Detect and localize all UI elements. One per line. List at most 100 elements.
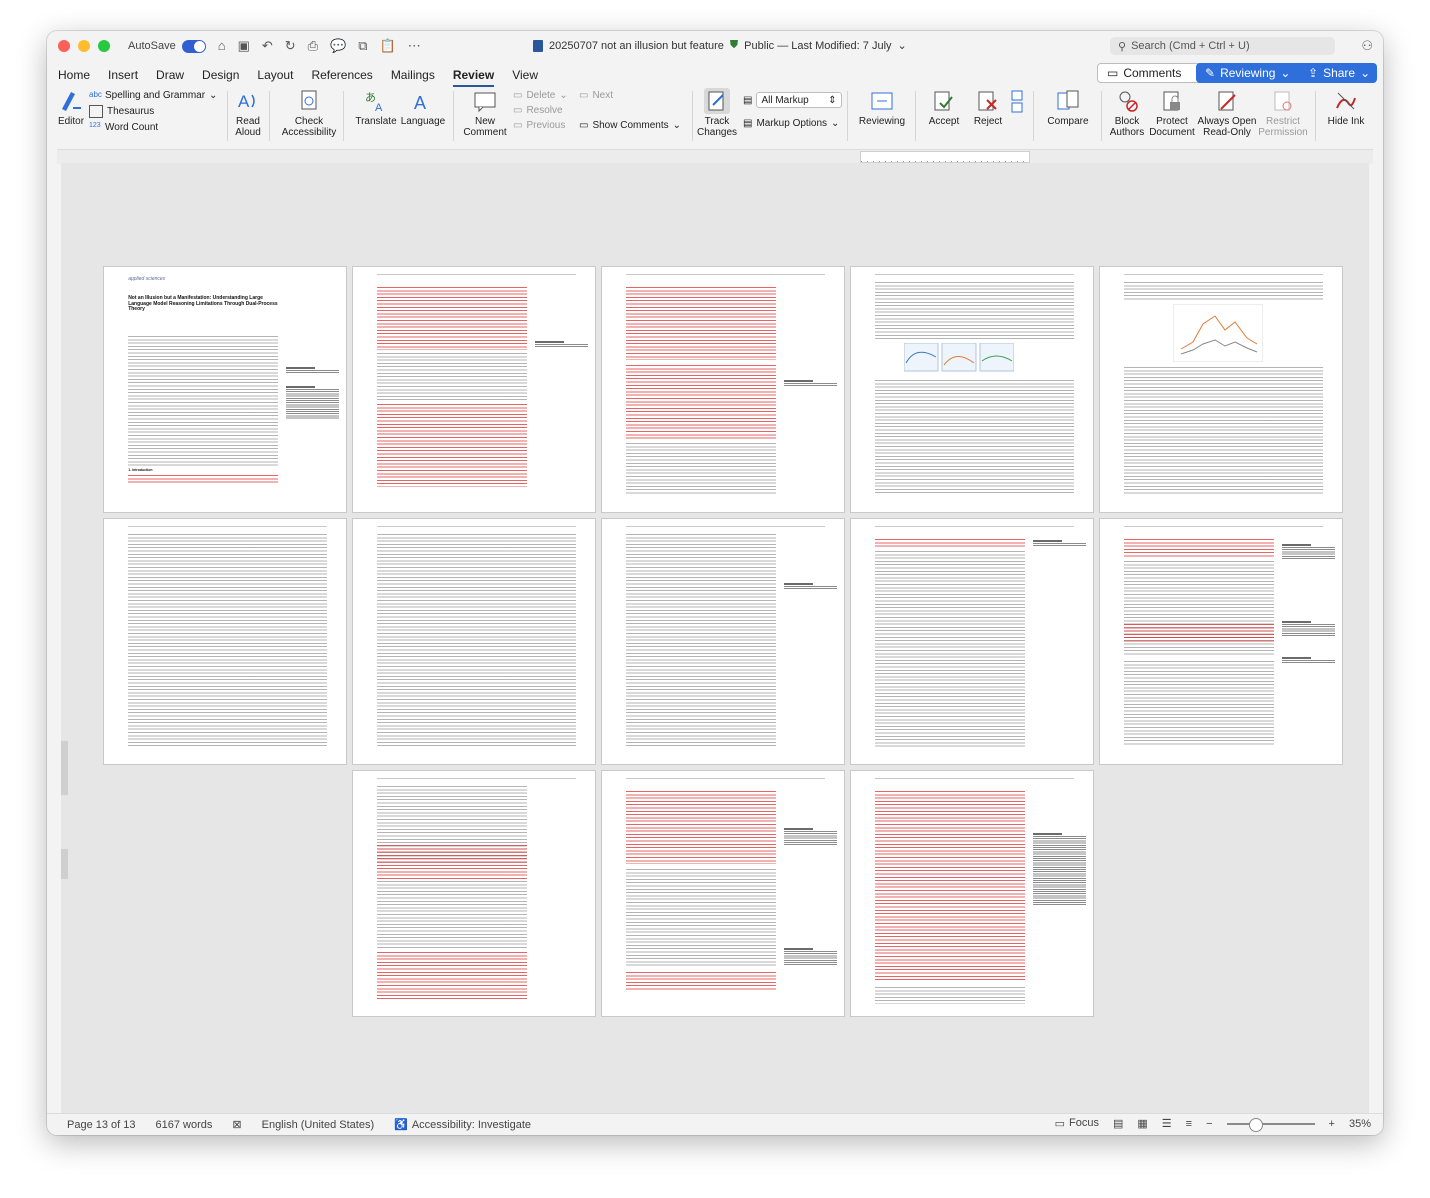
page-10[interactable]: [1100, 519, 1342, 764]
share-button[interactable]: ⇪ Share ⌄: [1299, 63, 1377, 83]
tab-insert[interactable]: Insert: [99, 62, 147, 88]
zoom-slider-knob[interactable]: [1248, 1117, 1263, 1132]
review-ribbon: Editor abc Spelling and Grammar ⌄ Thesauru…: [47, 88, 1383, 146]
comment-balloon[interactable]: [783, 947, 837, 965]
horizontal-ruler[interactable]: [57, 149, 1373, 164]
markup-options-button[interactable]: ▤ Markup Options ⌄: [743, 118, 842, 129]
draft-view-button[interactable]: ≡: [1186, 1118, 1192, 1130]
comment-balloon[interactable]: [1032, 832, 1086, 906]
markup-select[interactable]: ▤ All Markup ⇕: [743, 92, 842, 108]
more-icon[interactable]: ⋯: [408, 38, 421, 54]
spelling-button[interactable]: abc Spelling and Grammar ⌄: [89, 90, 217, 101]
page-12[interactable]: [602, 771, 844, 1016]
tab-references[interactable]: References: [302, 62, 381, 88]
zoom-out-button[interactable]: −: [1206, 1118, 1212, 1130]
new-comment-button[interactable]: New Comment: [461, 88, 509, 138]
hide-ink-button[interactable]: Hide Ink: [1323, 88, 1369, 127]
page-3[interactable]: [602, 267, 844, 512]
print-layout-view-button[interactable]: ▤: [1113, 1117, 1123, 1130]
chevron-down-icon: ⌄: [831, 118, 840, 129]
print-icon[interactable]: ⎙: [308, 38, 318, 54]
undo-icon[interactable]: ↶: [262, 38, 273, 54]
tab-draw[interactable]: Draw: [147, 62, 193, 88]
comment-balloon[interactable]: [1032, 540, 1086, 548]
document-title[interactable]: 20250707 not an illusion but feature ⛊ P…: [533, 39, 907, 52]
outline-view-button[interactable]: ☰: [1162, 1117, 1172, 1130]
zoom-window-button[interactable]: [98, 40, 110, 52]
page-6[interactable]: [104, 519, 346, 764]
word-count-button[interactable]: 123 Word Count: [89, 122, 217, 133]
tab-home[interactable]: Home: [49, 62, 99, 88]
delete-comment-button[interactable]: ▭ Delete ⌄: [513, 90, 568, 101]
check-accessibility-button[interactable]: Check Accessibility: [279, 88, 339, 138]
home-icon[interactable]: ⌂: [218, 38, 226, 54]
previous-comment-button[interactable]: ▭ Previous: [513, 120, 568, 131]
search-box[interactable]: ⚲ Search (Cmd + Ctrl + U): [1110, 37, 1335, 55]
translate-button[interactable]: あA Translate: [353, 88, 399, 127]
nav-changes-buttons[interactable]: [1011, 88, 1025, 116]
paste-icon[interactable]: 📋: [380, 38, 396, 54]
focus-button[interactable]: ▭ Focus: [1055, 1117, 1099, 1130]
page-1[interactable]: applied sciences Not an Illusion but a M…: [104, 267, 346, 512]
zoom-in-button[interactable]: +: [1329, 1118, 1335, 1130]
redo-icon[interactable]: ↻: [285, 38, 296, 54]
zoom-slider[interactable]: [1226, 1117, 1315, 1132]
comment-balloon[interactable]: [534, 341, 588, 349]
comment-balloon[interactable]: [285, 366, 339, 374]
comment-balloon[interactable]: [1281, 621, 1335, 637]
comment-balloon[interactable]: [1281, 544, 1335, 560]
tab-view[interactable]: View: [503, 62, 547, 88]
read-aloud-button[interactable]: A Read Aloud: [231, 88, 265, 138]
comment-balloon[interactable]: [783, 379, 837, 387]
editor-button[interactable]: Editor: [55, 88, 87, 127]
autosave-toggle[interactable]: [181, 39, 206, 53]
accept-button[interactable]: Accept: [923, 88, 965, 127]
page-4[interactable]: [851, 267, 1093, 512]
page-count[interactable]: Page 13 of 13: [67, 1119, 136, 1131]
comment-balloon[interactable]: [783, 582, 837, 590]
protect-document-button[interactable]: Protect Document: [1149, 88, 1195, 138]
reject-button[interactable]: Reject: [967, 88, 1009, 127]
page-13[interactable]: [851, 771, 1093, 1016]
ruler-scale[interactable]: [860, 151, 1030, 163]
track-changes-button[interactable]: Track Changes: [697, 88, 737, 138]
close-window-button[interactable]: [58, 40, 70, 52]
next-comment-button[interactable]: ▭ Next: [579, 90, 681, 101]
language-button[interactable]: A Language: [399, 88, 447, 127]
comment-icon[interactable]: 💬: [330, 38, 346, 54]
word-count[interactable]: 6167 words: [156, 1119, 213, 1131]
page-11[interactable]: [353, 771, 595, 1016]
restrict-permission-button[interactable]: Restrict Permission: [1257, 88, 1309, 138]
thesaurus-button[interactable]: Thesaurus: [89, 105, 217, 118]
reviewing-pane-button[interactable]: Reviewing: [857, 88, 907, 127]
tab-mailings[interactable]: Mailings: [382, 62, 444, 88]
accessibility-status[interactable]: ♿ Accessibility: Investigate: [394, 1118, 531, 1132]
tab-design[interactable]: Design: [193, 62, 248, 88]
compare-button[interactable]: Compare: [1043, 88, 1093, 127]
share-person-icon[interactable]: ⚇: [1361, 38, 1373, 54]
save-icon[interactable]: ▣: [238, 38, 250, 54]
page-9[interactable]: [851, 519, 1093, 764]
always-open-read-only-button[interactable]: Always Open Read-Only: [1197, 88, 1257, 138]
page-8[interactable]: [602, 519, 844, 764]
copy-icon[interactable]: ⧉: [358, 38, 367, 54]
page-2[interactable]: [353, 267, 595, 512]
show-comments-button[interactable]: ▭ Show Comments ⌄: [579, 120, 681, 131]
reviewing-mode-button[interactable]: ✎ Reviewing ⌄: [1196, 63, 1313, 83]
tab-review[interactable]: Review: [444, 62, 503, 88]
block-authors-button[interactable]: Block Authors: [1105, 88, 1149, 138]
resolve-button[interactable]: ▭ Resolve: [513, 105, 568, 116]
proofing-status[interactable]: ⊠: [232, 1118, 241, 1131]
markup-dropdown[interactable]: All Markup ⇕: [756, 92, 842, 108]
web-layout-view-button[interactable]: ▦: [1137, 1117, 1147, 1130]
zoom-level[interactable]: 35%: [1349, 1118, 1371, 1130]
comment-balloon[interactable]: [783, 828, 837, 846]
comment-balloon[interactable]: [1281, 657, 1335, 665]
comment-balloon[interactable]: [285, 386, 339, 421]
document-canvas[interactable]: applied sciences Not an Illusion but a M…: [61, 163, 1369, 1114]
language-status[interactable]: English (United States): [262, 1119, 375, 1131]
page-5[interactable]: [1100, 267, 1342, 512]
page-7[interactable]: [353, 519, 595, 764]
minimize-window-button[interactable]: [78, 40, 90, 52]
tab-layout[interactable]: Layout: [248, 62, 302, 88]
